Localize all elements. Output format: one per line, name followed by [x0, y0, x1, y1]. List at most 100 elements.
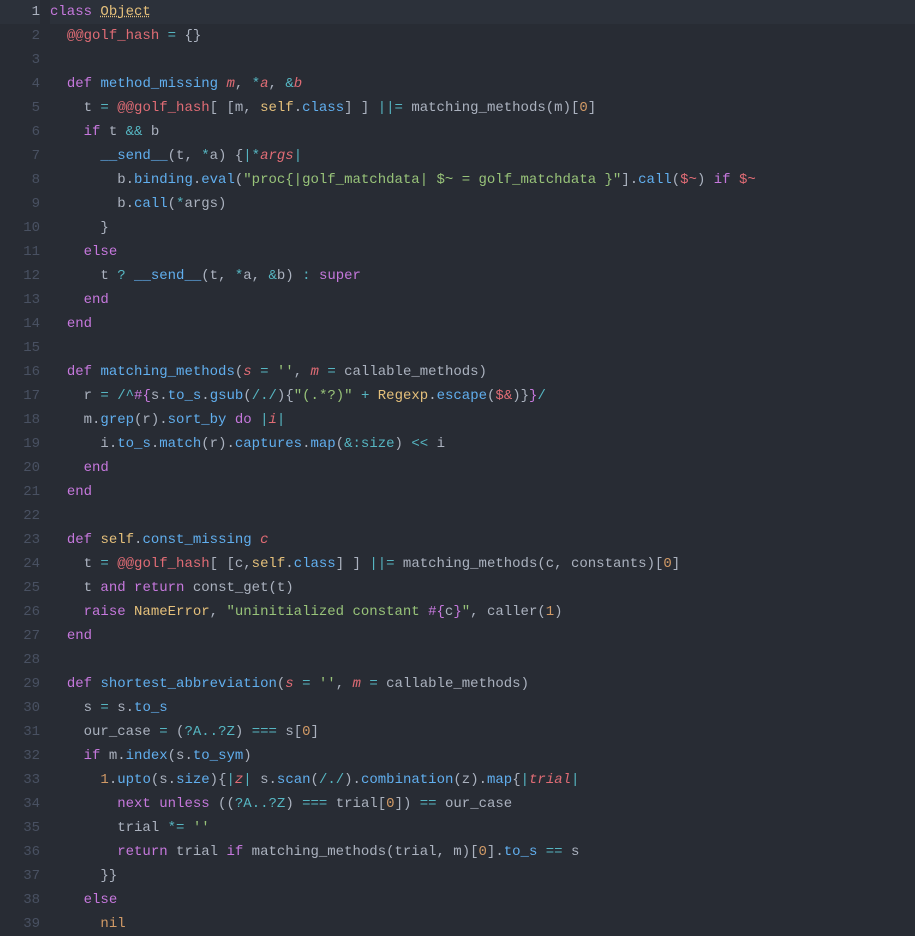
token-punc: i. — [100, 436, 117, 452]
token-num: 1 — [546, 604, 554, 620]
code-line[interactable]: b.call(*args) — [50, 192, 915, 216]
token-indent — [50, 700, 84, 716]
token-var: $~ — [680, 172, 697, 188]
token-indent — [50, 148, 100, 164]
token-op: = — [369, 676, 377, 692]
token-def: upto — [117, 772, 151, 788]
token-punc — [294, 676, 302, 692]
code-line[interactable]: return trial if matching_methods(trial, … — [50, 840, 915, 864]
code-line[interactable]: else — [50, 240, 915, 264]
token-punc: , — [210, 604, 227, 620]
code-line[interactable]: else — [50, 888, 915, 912]
token-indent — [50, 484, 67, 500]
token-op: | — [243, 772, 251, 788]
token-kw: return — [134, 580, 184, 596]
token-punc: ] — [588, 100, 596, 116]
code-line[interactable]: m.grep(r).sort_by do |i| — [50, 408, 915, 432]
code-line[interactable]: r = /^#{s.to_s.gsub(/./){"(.*?)" + Regex… — [50, 384, 915, 408]
code-line[interactable]: end — [50, 624, 915, 648]
line-number: 3 — [0, 48, 40, 72]
token-op: .. — [252, 796, 269, 812]
code-line[interactable]: }} — [50, 864, 915, 888]
code-line[interactable]: i.to_s.match(r).captures.map(&:size) << … — [50, 432, 915, 456]
code-line[interactable]: b.binding.eval("proc{|golf_matchdata| $~… — [50, 168, 915, 192]
code-line[interactable]: class Object — [50, 0, 915, 24]
code-line[interactable] — [50, 648, 915, 672]
token-op: == — [420, 796, 437, 812]
code-line[interactable]: end — [50, 480, 915, 504]
code-line[interactable]: } — [50, 216, 915, 240]
code-line[interactable]: t = @@golf_hash[ [c,self.class] ] ||= ma… — [50, 552, 915, 576]
token-op: & — [344, 436, 352, 452]
token-punc: ] — [311, 724, 319, 740]
code-line[interactable]: end — [50, 312, 915, 336]
token-def: map — [487, 772, 512, 788]
token-kw: unless — [159, 796, 209, 812]
token-punc: m. — [84, 412, 101, 428]
code-line[interactable]: end — [50, 456, 915, 480]
token-def: sort_by — [168, 412, 227, 428]
token-punc: ) — [285, 796, 302, 812]
token-def: __send__ — [134, 268, 201, 284]
code-line[interactable]: def matching_methods(s = '', m = callabl… — [50, 360, 915, 384]
token-param: m — [226, 76, 234, 92]
code-line[interactable]: end — [50, 288, 915, 312]
code-line[interactable] — [50, 48, 915, 72]
token-punc: s — [84, 700, 101, 716]
token-indent — [50, 724, 84, 740]
code-line[interactable]: __send__(t, *a) {|*args| — [50, 144, 915, 168]
line-number: 9 — [0, 192, 40, 216]
code-line[interactable]: 1.upto(s.size){|z| s.scan(/./).combinati… — [50, 768, 915, 792]
code-line[interactable]: if t && b — [50, 120, 915, 144]
token-param: m — [353, 676, 361, 692]
token-punc: s — [563, 844, 580, 860]
code-line[interactable]: def shortest_abbreviation(s = '', m = ca… — [50, 672, 915, 696]
token-def: call — [638, 172, 672, 188]
token-def: call — [134, 196, 168, 212]
code-line[interactable]: @@golf_hash = {} — [50, 24, 915, 48]
line-number: 36 — [0, 840, 40, 864]
line-number: 18 — [0, 408, 40, 432]
code-editor[interactable]: 1234567891011121314151617181920212223242… — [0, 0, 915, 933]
token-param: a — [260, 76, 268, 92]
token-num: nil — [100, 916, 125, 932]
code-line[interactable]: trial *= '' — [50, 816, 915, 840]
token-param: m — [311, 364, 319, 380]
code-line[interactable]: raise NameError, "uninitialized constant… — [50, 600, 915, 624]
token-op: | — [294, 148, 302, 164]
code-line[interactable]: next unless ((?A..?Z) === trial[0]) == o… — [50, 792, 915, 816]
token-kw: do — [235, 412, 252, 428]
code-line[interactable]: if m.index(s.to_sym) — [50, 744, 915, 768]
line-number: 8 — [0, 168, 40, 192]
token-punc: ). — [344, 772, 361, 788]
token-num: 0 — [386, 796, 394, 812]
code-line[interactable]: our_case = (?A..?Z) === s[0] — [50, 720, 915, 744]
code-line[interactable]: t ? __send__(t, *a, &b) : super — [50, 264, 915, 288]
code-area[interactable]: class Object @@golf_hash = {} def method… — [50, 0, 915, 933]
token-indent — [50, 676, 67, 692]
token-punc: ){ — [210, 772, 227, 788]
token-punc: }} — [100, 868, 117, 884]
token-punc: . — [285, 556, 293, 572]
code-line[interactable]: def method_missing m, *a, &b — [50, 72, 915, 96]
token-indent — [50, 892, 84, 908]
token-op: * — [252, 76, 260, 92]
code-line[interactable] — [50, 336, 915, 360]
token-op: | — [226, 772, 234, 788]
token-indent — [50, 580, 84, 596]
token-indent — [50, 196, 117, 212]
code-line[interactable]: nil — [50, 912, 915, 933]
token-def: grep — [100, 412, 134, 428]
token-kw: def — [67, 676, 92, 692]
token-punc: ]) — [395, 796, 420, 812]
code-line[interactable]: t and return const_get(t) — [50, 576, 915, 600]
token-punc: , caller( — [470, 604, 546, 620]
code-line[interactable]: s = s.to_s — [50, 696, 915, 720]
token-indent — [50, 796, 117, 812]
code-line[interactable]: def self.const_missing c — [50, 528, 915, 552]
code-line[interactable]: t = @@golf_hash[ [m, self.class] ] ||= m… — [50, 96, 915, 120]
token-punc: , — [336, 676, 353, 692]
code-line[interactable] — [50, 504, 915, 528]
line-number: 34 — [0, 792, 40, 816]
token-kw: def — [67, 364, 92, 380]
